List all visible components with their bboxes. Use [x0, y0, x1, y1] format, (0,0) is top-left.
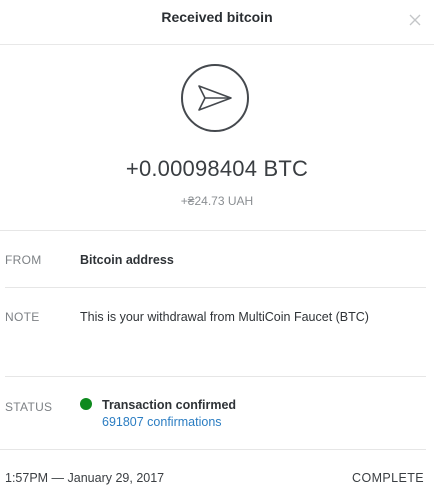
confirmations-link[interactable]: 691807 confirmations	[102, 415, 222, 429]
status-confirmed-icon	[80, 398, 92, 410]
btc-amount: +0.00098404 BTC	[125, 156, 309, 181]
status-label: STATUS	[5, 400, 53, 414]
divider	[0, 230, 426, 231]
status-value: Transaction confirmed	[102, 398, 237, 412]
from-label: FROM	[5, 253, 42, 267]
close-icon[interactable]	[408, 13, 422, 27]
transaction-timestamp: 1:57PM — January 29, 2017	[5, 471, 165, 485]
modal-header: Received bitcoin	[0, 0, 434, 45]
fiat-amount: +₴24.73 UAH	[180, 194, 254, 208]
send-arrow-icon	[198, 85, 232, 111]
transaction-type-badge	[181, 64, 249, 132]
transaction-state: COMPLETE	[352, 471, 424, 485]
note-label: NOTE	[5, 310, 40, 324]
modal-title: Received bitcoin	[161, 9, 273, 25]
divider	[5, 287, 426, 288]
divider	[5, 376, 426, 377]
note-value: This is your withdrawal from MultiCoin F…	[80, 310, 369, 324]
from-value: Bitcoin address	[80, 253, 174, 267]
divider	[0, 449, 426, 450]
